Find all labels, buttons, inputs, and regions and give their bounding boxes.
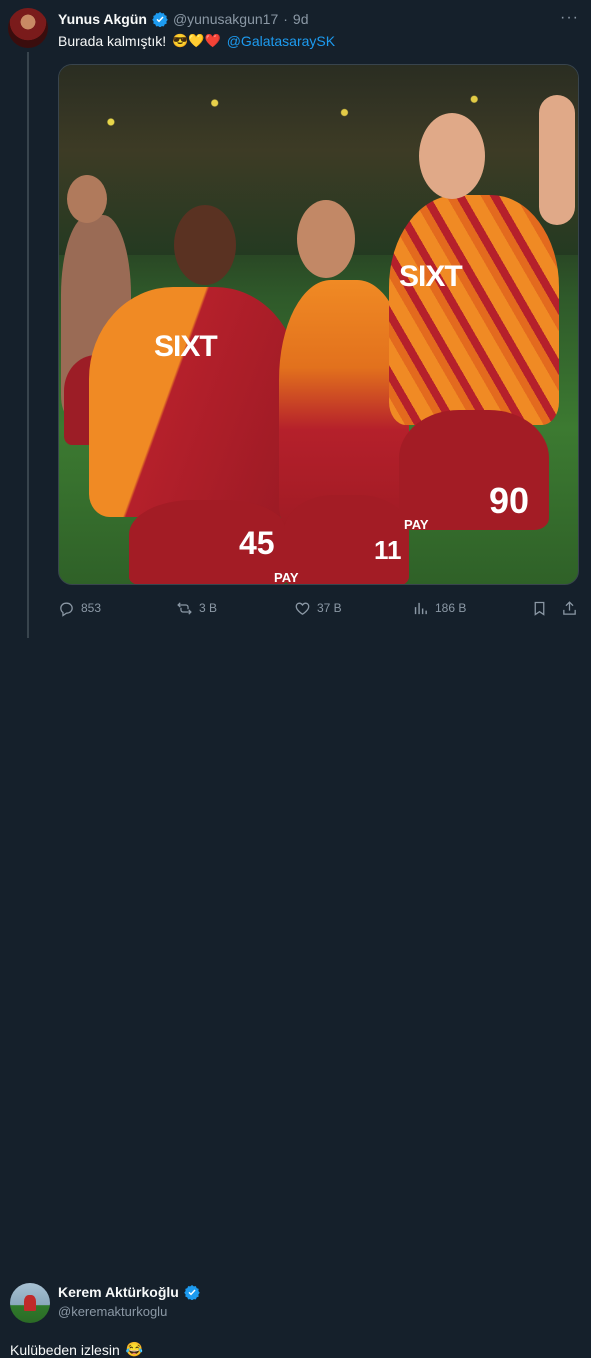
verified-badge-icon: [184, 1285, 200, 1300]
author-handle[interactable]: @yunusakgun17: [173, 11, 278, 27]
verified-badge-icon: [152, 12, 168, 27]
reply-action[interactable]: 853: [58, 600, 101, 617]
reply-icon: [60, 602, 73, 617]
tweet-photo[interactable]: 34 SIXT 45 11 PAY SIXT 90 PAY: [58, 64, 579, 585]
player-head: [297, 200, 355, 278]
player-jersey-90: [389, 195, 559, 425]
more-options-icon[interactable]: ···: [560, 9, 579, 27]
like-action[interactable]: 37 B: [294, 600, 342, 617]
player-head: [67, 175, 107, 223]
like-count: 37 B: [317, 601, 342, 615]
tweet-text: Burada kalmıştık! 😎💛❤️ @GalatasaraySK: [58, 33, 335, 49]
jersey-number: 11: [374, 535, 402, 565]
tweet-body: Burada kalmıştık!: [58, 33, 167, 49]
player-arm: [539, 95, 575, 225]
repost-icon: [177, 601, 192, 615]
reply-text: Kulübeden izlesin 😂: [10, 1341, 143, 1358]
share-icon: [563, 600, 576, 615]
avatar-figure: [24, 1295, 36, 1311]
jersey-sponsor-small: PAY: [404, 517, 429, 532]
player-jersey-45: [89, 287, 299, 517]
views-action[interactable]: 186 B: [412, 600, 466, 617]
bookmark-action[interactable]: [531, 600, 548, 617]
emoji: 😂: [125, 1341, 144, 1357]
reply-body: Kulübeden izlesin: [10, 1341, 120, 1358]
tweet[interactable]: Yunus Akgün @yunusakgun17 · 9d ··· Burad…: [0, 0, 591, 640]
heart-icon: [295, 602, 310, 615]
views-count: 186 B: [435, 601, 467, 615]
separator: ·: [283, 11, 288, 27]
views-chart-icon: [414, 602, 427, 614]
reply-author-name[interactable]: Kerem Aktürkoğlu: [58, 1284, 179, 1300]
tweet-header: Yunus Akgün @yunusakgun17 · 9d: [58, 10, 308, 28]
jersey-sponsor: SIXT: [154, 330, 218, 363]
author-avatar[interactable]: [8, 8, 48, 48]
thread-line: [27, 52, 29, 638]
jersey-sponsor: SIXT: [399, 260, 463, 293]
mention-link[interactable]: @GalatasaraySK: [227, 33, 335, 49]
timestamp[interactable]: 9d: [293, 11, 309, 27]
reply-tweet[interactable]: Kerem Aktürkoğlu @keremakturkoglu Kulübe…: [0, 640, 591, 1358]
jersey-number: 90: [489, 480, 530, 521]
bookmark-icon: [534, 601, 545, 616]
author-name[interactable]: Yunus Akgün: [58, 11, 147, 27]
reply-author-avatar[interactable]: [10, 1283, 50, 1323]
reply-count: 853: [81, 601, 102, 615]
jersey-number: 45: [239, 525, 275, 561]
tweet-actions: 853 3 B 37 B 186 B: [58, 598, 579, 618]
jersey-sponsor-small: PAY: [274, 570, 299, 585]
reply-header: Kerem Aktürkoğlu: [58, 1284, 200, 1300]
reply-author-handle[interactable]: @keremakturkoglu: [58, 1304, 167, 1319]
repost-action[interactable]: 3 B: [176, 600, 217, 617]
emoji-group: 😎💛❤️: [172, 33, 221, 48]
player-head: [419, 113, 485, 199]
player-head: [174, 205, 236, 285]
repost-count: 3 B: [199, 601, 218, 615]
share-action[interactable]: [561, 600, 578, 617]
